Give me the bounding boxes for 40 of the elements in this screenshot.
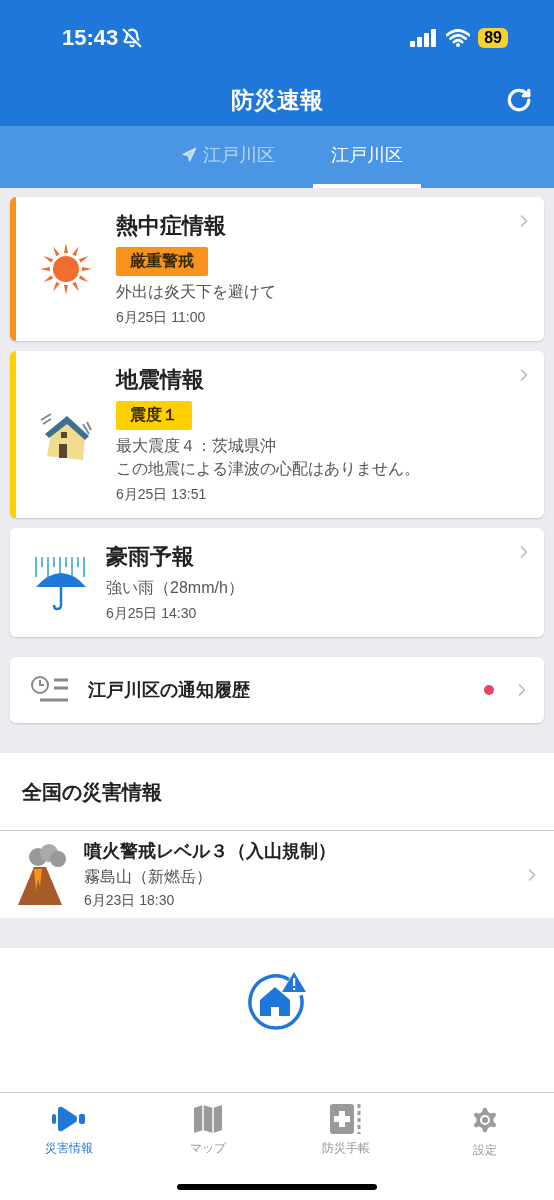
alert-card[interactable]: 熱中症情報 厳重警戒 外出は炎天下を避けて 6月25日 11:00 (10, 197, 544, 341)
refresh-button[interactable] (506, 87, 532, 113)
nav-tab[interactable]: 設定 (429, 1103, 540, 1160)
battery-level: 89 (478, 27, 508, 48)
disaster-time: 6月23日 18:30 (84, 892, 176, 910)
signal-icon (410, 28, 439, 47)
silent-bell-icon (122, 27, 143, 48)
alert-detail: この地震による津波の心配はありません。 (116, 459, 421, 479)
history-button[interactable]: 江戸川区の通知履歴 (10, 657, 544, 723)
nav-tab[interactable]: 防災手帳 (291, 1103, 402, 1160)
location-arrow-icon (181, 147, 197, 163)
alert-time: 6月25日 11:00 (116, 309, 207, 327)
alert-title: 豪雨予報 (106, 543, 194, 571)
map-icon (192, 1104, 223, 1134)
disaster-title: 噴火警戒レベル３（入山規制） (84, 840, 337, 863)
disaster-location: 霧島山（新燃岳） (84, 867, 213, 887)
umbrella-rain-icon (34, 554, 88, 611)
alert-title: 地震情報 (116, 366, 204, 394)
area-tab[interactable]: 江戸川区 (313, 126, 421, 188)
alert-detail: 外出は炎天下を避けて (116, 282, 277, 302)
nav-tab[interactable]: マップ (152, 1103, 263, 1160)
section-heading: 全国の災害情報 (0, 753, 554, 831)
wifi-icon (446, 28, 471, 47)
app-title: 防災速報 (231, 86, 323, 115)
alert-detail: 強い雨（28mm/h） (106, 578, 245, 598)
history-list-icon (30, 676, 70, 704)
alert-detail: 最大震度４：茨城県沖 (116, 436, 277, 456)
clock-time: 15:43 (62, 24, 119, 51)
alert-level-badge: 厳重警戒 (116, 247, 208, 276)
alert-card[interactable]: 豪雨予報 強い雨（28mm/h） 6月25日 14:30 (10, 528, 544, 637)
alert-time: 6月25日 14:30 (106, 605, 198, 623)
alert-title: 熱中症情報 (116, 212, 226, 240)
megaphone-icon (52, 1104, 87, 1134)
alert-card[interactable]: 地震情報 震度１ 最大震度４：茨城県沖 この地震による津波の心配はありません。 6月25日 13:51 (10, 351, 544, 518)
alert-time: 6月25日 13:51 (116, 486, 208, 504)
alert-level-badge: 震度１ (116, 401, 192, 430)
nav-tab[interactable]: 災害情報 (14, 1103, 125, 1160)
first-aid-book-icon (330, 1104, 363, 1134)
disaster-item[interactable]: 噴火警戒レベル３（入山規制） 霧島山（新燃岳） 6月23日 18:30 (0, 831, 554, 918)
home-warning-icon (246, 970, 308, 1030)
